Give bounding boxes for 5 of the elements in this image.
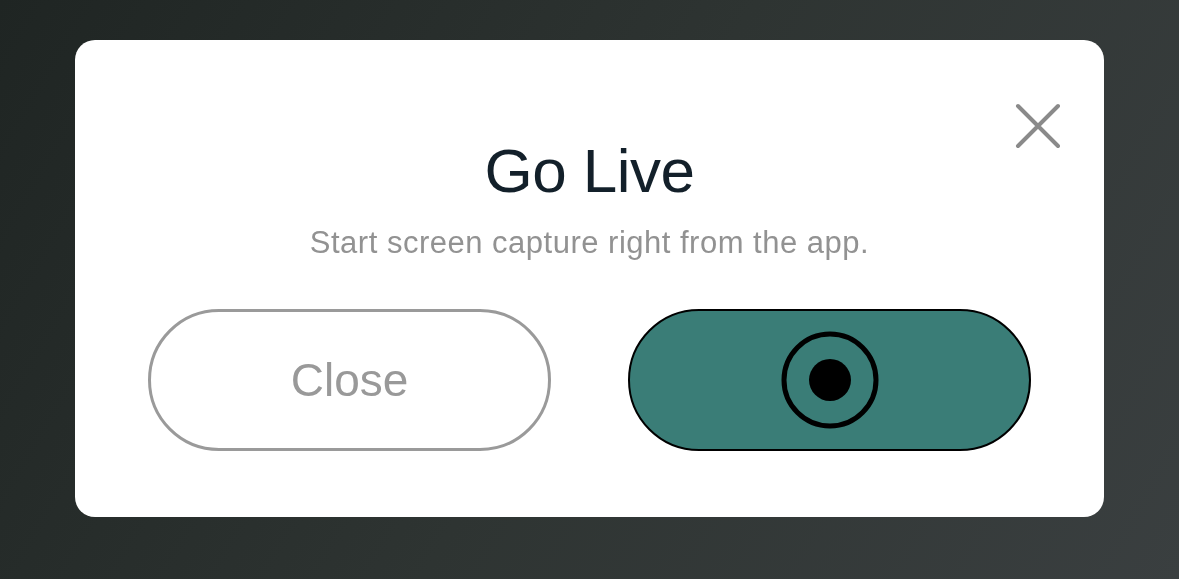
record-icon	[780, 331, 879, 430]
dialog-title: Go Live	[483, 140, 696, 202]
close-icon[interactable]	[1014, 102, 1062, 150]
dialog-subtitle: Start screen capture right from the app.	[308, 224, 871, 262]
close-button[interactable]: Close	[148, 309, 551, 452]
